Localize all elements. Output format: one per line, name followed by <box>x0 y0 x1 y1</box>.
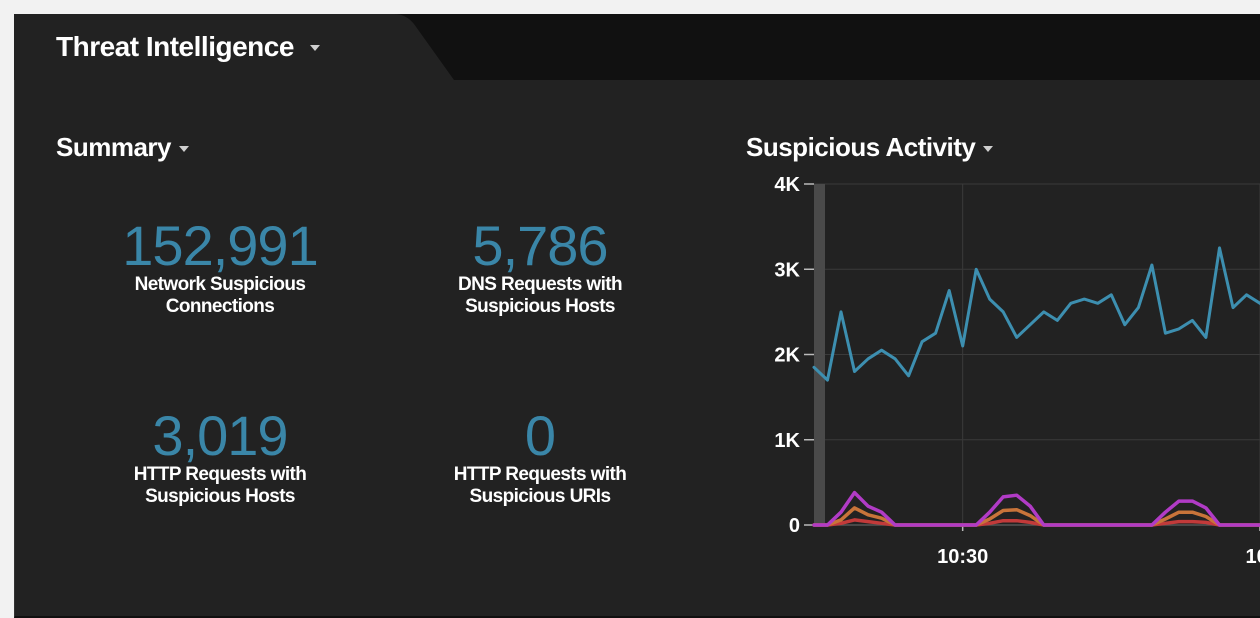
chevron-down-icon[interactable] <box>179 145 189 152</box>
chevron-down-icon[interactable] <box>983 145 994 152</box>
axis-band <box>814 184 825 525</box>
y-tick-label: 2K <box>774 345 800 367</box>
chevron-down-icon[interactable] <box>309 45 320 51</box>
summary-panel-title[interactable]: Summary <box>56 132 189 163</box>
stat-network-suspicious-connections[interactable]: 152,991 Network Suspicious Connections <box>90 218 350 318</box>
screenshot-frame: Threat Intelligence Summary 152,991 Netw… <box>0 0 1260 618</box>
stat-label: HTTP Requests with Suspicious Hosts <box>133 464 307 507</box>
stat-dns-requests-suspicious-hosts[interactable]: 5,786 DNS Requests with Suspicious Hosts <box>410 218 670 318</box>
x-tick-label: 10: <box>1246 546 1260 568</box>
series-line <box>812 246 1260 382</box>
x-tick-label: 10:30 <box>937 546 988 568</box>
tab-threat-intelligence[interactable]: Threat Intelligence <box>14 14 454 80</box>
dashboard-title-text: Threat Intelligence <box>56 31 294 62</box>
stat-http-requests-suspicious-uris[interactable]: 0 HTTP Requests with Suspicious URIs <box>410 408 670 508</box>
y-tick-label: 0 <box>789 515 800 537</box>
stat-value: 3,019 <box>152 404 288 467</box>
y-tick-label: 4K <box>774 174 800 196</box>
suspicious-activity-chart[interactable]: 0 1K 2K 3K 4K 10:30 10: <box>740 168 1260 588</box>
stat-value: 5,786 <box>472 214 608 277</box>
stat-label: DNS Requests with Suspicious Hosts <box>458 274 623 317</box>
suspicious-activity-title-text: Suspicious Activity <box>746 132 976 162</box>
stat-label: HTTP Requests with Suspicious URIs <box>453 464 627 507</box>
suspicious-activity-panel-title[interactable]: Suspicious Activity <box>746 132 994 163</box>
stat-http-requests-suspicious-hosts[interactable]: 3,019 HTTP Requests with Suspicious Host… <box>90 408 350 508</box>
summary-title-text: Summary <box>56 132 172 162</box>
y-tick-label: 3K <box>774 259 800 281</box>
stat-value: 152,991 <box>122 214 318 277</box>
stat-value: 0 <box>524 404 556 467</box>
stat-label: Network Suspicious Connections <box>134 274 306 317</box>
dashboard-title: Threat Intelligence <box>56 31 320 63</box>
y-tick-label: 1K <box>774 430 800 452</box>
